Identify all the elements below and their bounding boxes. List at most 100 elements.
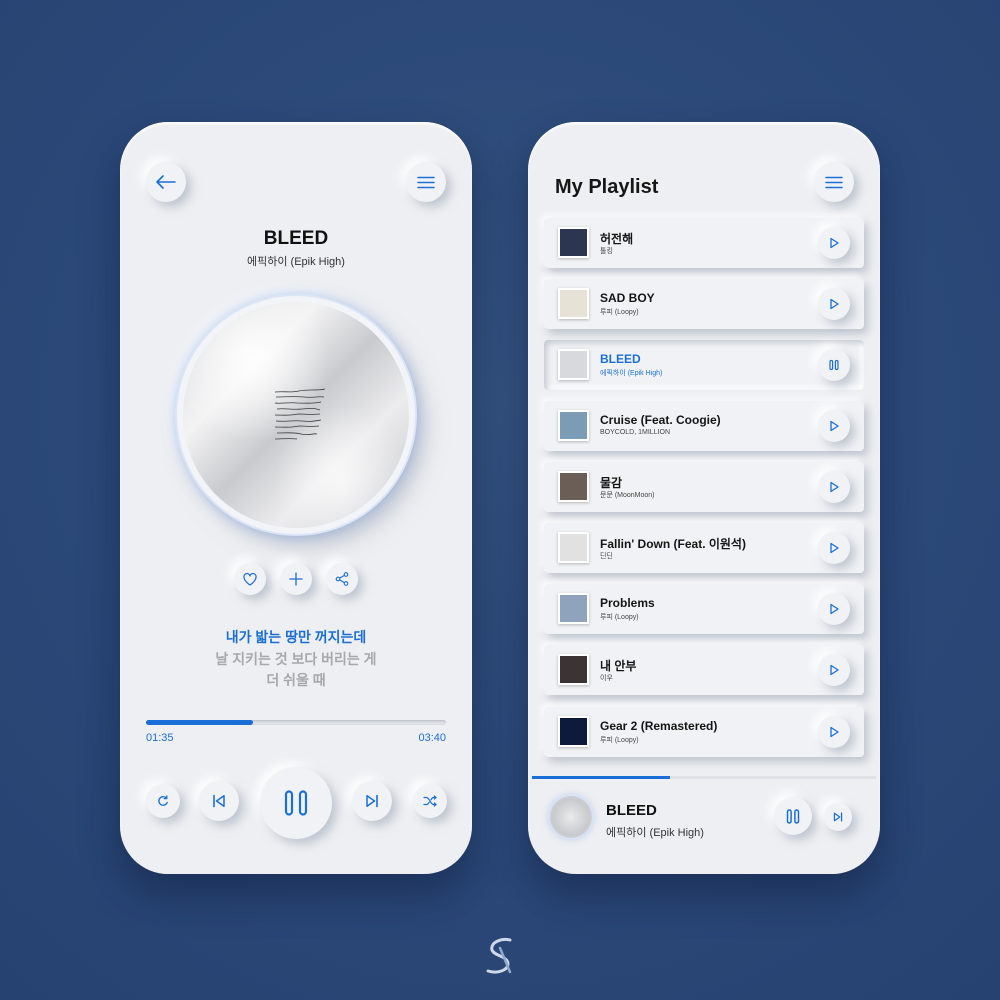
track-thumbnail: [558, 532, 589, 563]
mini-player-artist: 에픽하이 (Epik High): [606, 827, 704, 839]
track-play-button[interactable]: [818, 593, 850, 625]
pause-icon: [829, 359, 839, 371]
track-thumbnail: [558, 716, 589, 747]
track-artist: 루피 (Loopy): [600, 614, 639, 621]
lyric-next-line: 날 지키는 것 보다 버리는 게: [215, 651, 377, 667]
back-button[interactable]: [146, 162, 186, 202]
mini-player-progress[interactable]: [532, 776, 876, 779]
play-icon: [830, 603, 839, 615]
now-playing-screen: BLEED 에픽하이 (Epik High) 내가 밟는 땅만 꺼지는데 날 지…: [120, 122, 472, 874]
play-icon: [830, 420, 839, 432]
play-icon: [830, 542, 839, 554]
track-artist: 문문 (MoonMoon): [600, 492, 655, 499]
play-icon: [830, 664, 839, 676]
track-play-button[interactable]: [818, 716, 850, 748]
mini-player-title: BLEED: [606, 802, 657, 819]
track-thumbnail: [558, 288, 589, 319]
lyric-next-line: 더 쉬울 때: [266, 672, 326, 688]
mini-player-next-button[interactable]: [824, 803, 852, 831]
playlist-title: My Playlist: [555, 176, 659, 198]
track-artist: 톨킹: [600, 248, 613, 255]
track-row[interactable]: Problems 루피 (Loopy): [544, 584, 864, 634]
share-button[interactable]: [326, 563, 358, 595]
next-button[interactable]: [352, 781, 392, 821]
track-name: Fallin' Down (Feat. 이원석): [600, 537, 746, 551]
playlist-screen: My Playlist 허전해 톨킹 SAD BOY 루피 (Loopy) BL…: [528, 122, 880, 874]
track-pause-button[interactable]: [818, 349, 850, 381]
track-thumbnail: [558, 471, 589, 502]
play-pause-button[interactable]: [260, 767, 332, 839]
mini-player-album-art: [550, 796, 592, 838]
track-play-button[interactable]: [818, 410, 850, 442]
repeat-button[interactable]: [146, 784, 180, 818]
arrow-left-icon: [156, 175, 176, 189]
track-artist: 루피 (Loopy): [600, 737, 639, 744]
track-row[interactable]: BLEED 에픽하이 (Epik High): [544, 340, 864, 390]
track-artist: 이우: [600, 675, 613, 682]
track-thumbnail: [558, 593, 589, 624]
track-row[interactable]: Gear 2 (Remastered) 루피 (Loopy): [544, 707, 864, 757]
track-play-button[interactable]: [818, 532, 850, 564]
track-play-button[interactable]: [818, 288, 850, 320]
menu-button[interactable]: [406, 162, 446, 202]
song-title: BLEED: [263, 228, 329, 249]
previous-button[interactable]: [199, 781, 239, 821]
track-name: 허전해: [600, 232, 634, 246]
play-icon: [830, 726, 839, 738]
hamburger-icon: [825, 176, 843, 188]
skip-next-icon: [833, 812, 843, 822]
track-row[interactable]: 내 안부 이우: [544, 645, 864, 695]
heart-icon: [243, 572, 257, 586]
track-thumbnail: [558, 410, 589, 441]
shuffle-button[interactable]: [413, 784, 447, 818]
seek-bar[interactable]: [146, 720, 446, 725]
track-row[interactable]: 허전해 톨킹: [544, 218, 864, 268]
lyric-upcoming: 날 지키는 것 보다 버리는 게 더 쉬울 때: [120, 649, 472, 691]
track-row[interactable]: 물감 문문 (MoonMoon): [544, 462, 864, 512]
song-artist: 에픽하이 (Epik High): [247, 256, 345, 268]
add-button[interactable]: [280, 563, 312, 595]
track-row[interactable]: Cruise (Feat. Coogie) BOYCOLD, 1MILLION: [544, 401, 864, 451]
like-button[interactable]: [234, 563, 266, 595]
plus-icon: [289, 572, 303, 586]
mini-player-pause-button[interactable]: [774, 797, 812, 835]
skip-next-icon: [366, 794, 378, 808]
seek-bar-fill: [146, 720, 254, 725]
hamburger-icon: [417, 176, 435, 188]
album-art: [183, 302, 409, 528]
track-play-button[interactable]: [818, 227, 850, 259]
track-name: BLEED: [600, 352, 641, 366]
track-thumbnail: [558, 227, 589, 258]
share-icon: [335, 572, 349, 586]
play-icon: [830, 298, 839, 310]
track-artist: 에픽하이 (Epik High): [600, 370, 663, 377]
album-cover: [177, 296, 415, 534]
track-row[interactable]: SAD BOY 루피 (Loopy): [544, 279, 864, 329]
mini-player-progress-fill: [532, 776, 670, 779]
track-thumbnail: [558, 654, 589, 685]
pause-icon: [284, 790, 308, 816]
shuffle-icon: [423, 795, 437, 807]
track-name: Cruise (Feat. Coogie): [600, 413, 721, 427]
track-play-button[interactable]: [818, 654, 850, 686]
menu-button[interactable]: [814, 162, 854, 202]
skip-previous-icon: [213, 794, 225, 808]
track-artist: 딘딘: [600, 553, 613, 560]
pause-icon: [786, 808, 800, 824]
track-name: 물감: [600, 476, 623, 490]
track-name: Problems: [600, 596, 655, 610]
track-row[interactable]: Fallin' Down (Feat. 이원석) 딘딘: [544, 523, 864, 573]
track-thumbnail: [558, 349, 589, 380]
track-name: 내 안부: [600, 659, 637, 673]
track-artist: 루피 (Loopy): [600, 309, 639, 316]
track-name: Gear 2 (Remastered): [600, 719, 718, 733]
elapsed-time: 01:35: [146, 732, 174, 744]
brand-logo: [486, 938, 512, 974]
lyric-current-line: 내가 밟는 땅만 꺼지는데: [225, 629, 367, 645]
total-time: 03:40: [418, 732, 446, 744]
track-play-button[interactable]: [818, 471, 850, 503]
track-name: SAD BOY: [600, 291, 655, 305]
handwritten-note-graphic: [274, 388, 326, 440]
repeat-icon: [158, 795, 168, 806]
play-icon: [830, 237, 839, 249]
